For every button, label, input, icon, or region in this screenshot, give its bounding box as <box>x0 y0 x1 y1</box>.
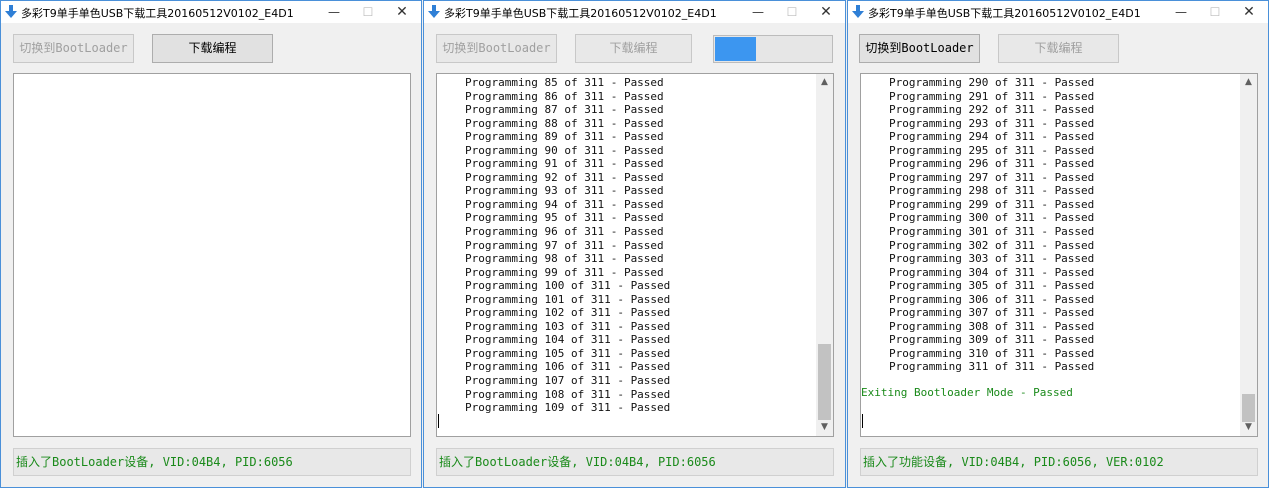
switch-bootloader-button[interactable]: 切换到BootLoader <box>436 34 557 63</box>
download-arrow-icon <box>852 5 864 18</box>
log-textbox[interactable]: Programming 290 of 311 - Passed Programm… <box>860 73 1258 437</box>
download-arrow-icon <box>428 5 440 18</box>
progress-bar <box>713 35 833 63</box>
close-button[interactable]: ✕ <box>811 3 841 21</box>
minimize-button[interactable]: — <box>743 3 773 21</box>
download-program-button[interactable]: 下载编程 <box>152 34 273 63</box>
download-program-button[interactable]: 下载编程 <box>575 34 692 63</box>
scroll-thumb[interactable] <box>1242 394 1255 422</box>
switch-bootloader-button[interactable]: 切换到BootLoader <box>13 34 134 63</box>
scroll-thumb[interactable] <box>818 344 831 420</box>
text-caret <box>438 414 439 428</box>
status-bar: 插入了BootLoader设备, VID:04B4, PID:6056 <box>13 448 411 476</box>
window-title: 多彩T9单手单色USB下载工具20160512V0102_E4D1 <box>444 7 717 20</box>
vertical-scrollbar[interactable]: ▲ ▼ <box>816 74 833 436</box>
window-1: 多彩T9单手单色USB下载工具20160512V0102_E4D1 — ☐ ✕ … <box>0 0 422 488</box>
maximize-button[interactable]: ☐ <box>353 3 383 21</box>
download-program-button[interactable]: 下载编程 <box>998 34 1119 63</box>
log-lines: Programming 85 of 311 - Passed Programmi… <box>465 76 671 415</box>
window-3: 多彩T9单手单色USB下载工具20160512V0102_E4D1 — ☐ ✕ … <box>847 0 1269 488</box>
scroll-down-icon[interactable]: ▼ <box>1240 419 1257 436</box>
log-lines: Programming 290 of 311 - Passed Programm… <box>889 76 1095 374</box>
maximize-button[interactable]: ☐ <box>1200 3 1230 21</box>
switch-bootloader-button[interactable]: 切换到BootLoader <box>859 34 980 63</box>
title-bar[interactable]: 多彩T9单手单色USB下载工具20160512V0102_E4D1 — ☐ ✕ <box>848 1 1268 23</box>
window-title: 多彩T9单手单色USB下载工具20160512V0102_E4D1 <box>21 7 294 20</box>
scroll-down-icon[interactable]: ▼ <box>816 419 833 436</box>
maximize-button[interactable]: ☐ <box>777 3 807 21</box>
log-textbox[interactable]: Programming 85 of 311 - Passed Programmi… <box>436 73 834 437</box>
close-button[interactable]: ✕ <box>1234 3 1264 21</box>
title-bar[interactable]: 多彩T9单手单色USB下载工具20160512V0102_E4D1 — ☐ ✕ <box>1 1 421 23</box>
scroll-up-icon[interactable]: ▲ <box>816 74 833 91</box>
close-button[interactable]: ✕ <box>387 3 417 21</box>
minimize-button[interactable]: — <box>1166 3 1196 21</box>
status-bar: 插入了功能设备, VID:04B4, PID:6056, VER:0102 <box>860 448 1258 476</box>
vertical-scrollbar[interactable]: ▲ ▼ <box>1240 74 1257 436</box>
scroll-up-icon[interactable]: ▲ <box>1240 74 1257 91</box>
log-textbox[interactable] <box>13 73 411 437</box>
window-2: 多彩T9单手单色USB下载工具20160512V0102_E4D1 — ☐ ✕ … <box>423 0 846 488</box>
download-arrow-icon <box>5 5 17 18</box>
title-bar[interactable]: 多彩T9单手单色USB下载工具20160512V0102_E4D1 — ☐ ✕ <box>424 1 845 23</box>
minimize-button[interactable]: — <box>319 3 349 21</box>
status-bar: 插入了BootLoader设备, VID:04B4, PID:6056 <box>436 448 834 476</box>
window-title: 多彩T9单手单色USB下载工具20160512V0102_E4D1 <box>868 7 1141 20</box>
text-caret <box>862 414 863 428</box>
progress-fill <box>715 37 757 61</box>
log-exit-line: Exiting Bootloader Mode - Passed <box>861 386 1073 399</box>
